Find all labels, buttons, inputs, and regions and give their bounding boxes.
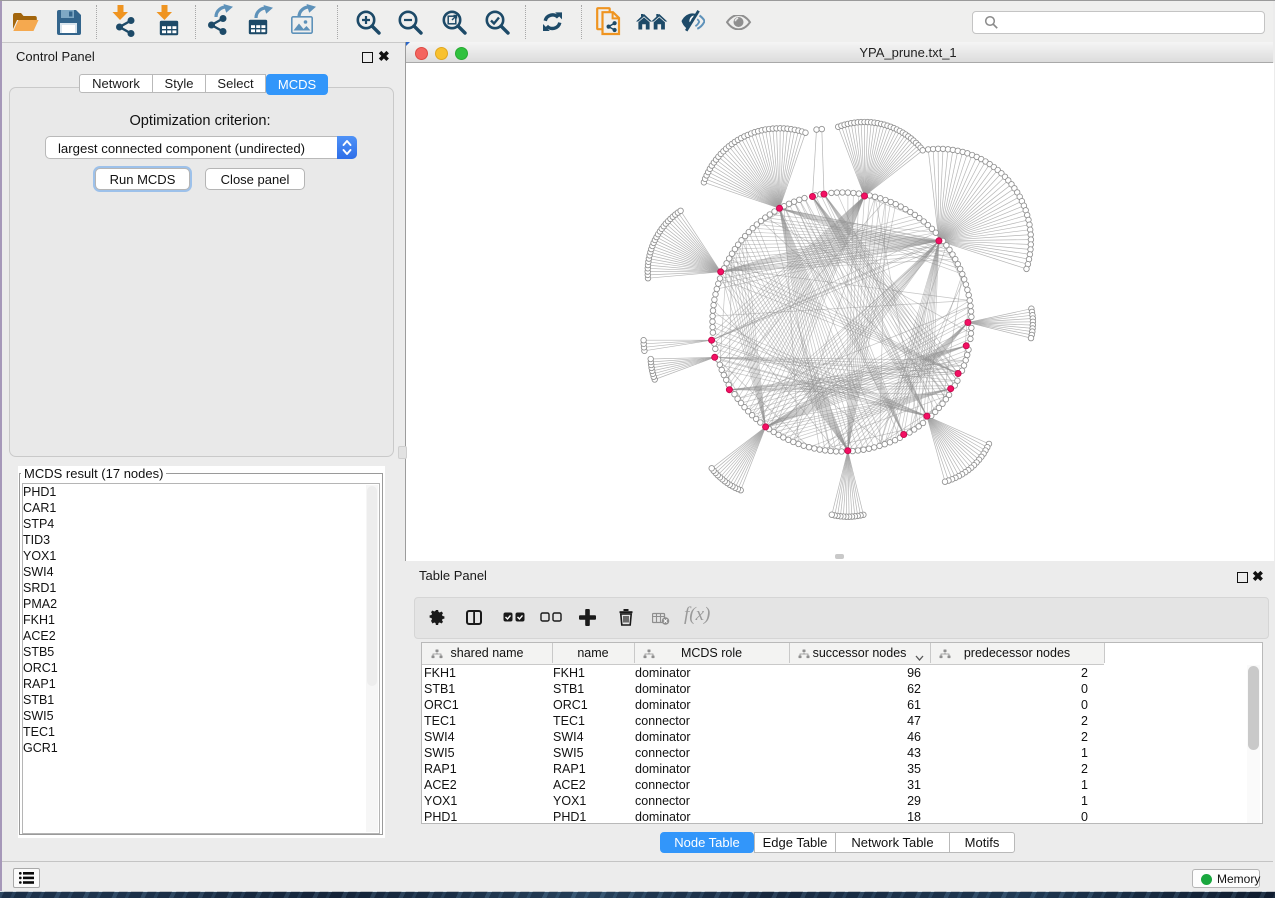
- svg-text:f(x): f(x): [684, 605, 710, 625]
